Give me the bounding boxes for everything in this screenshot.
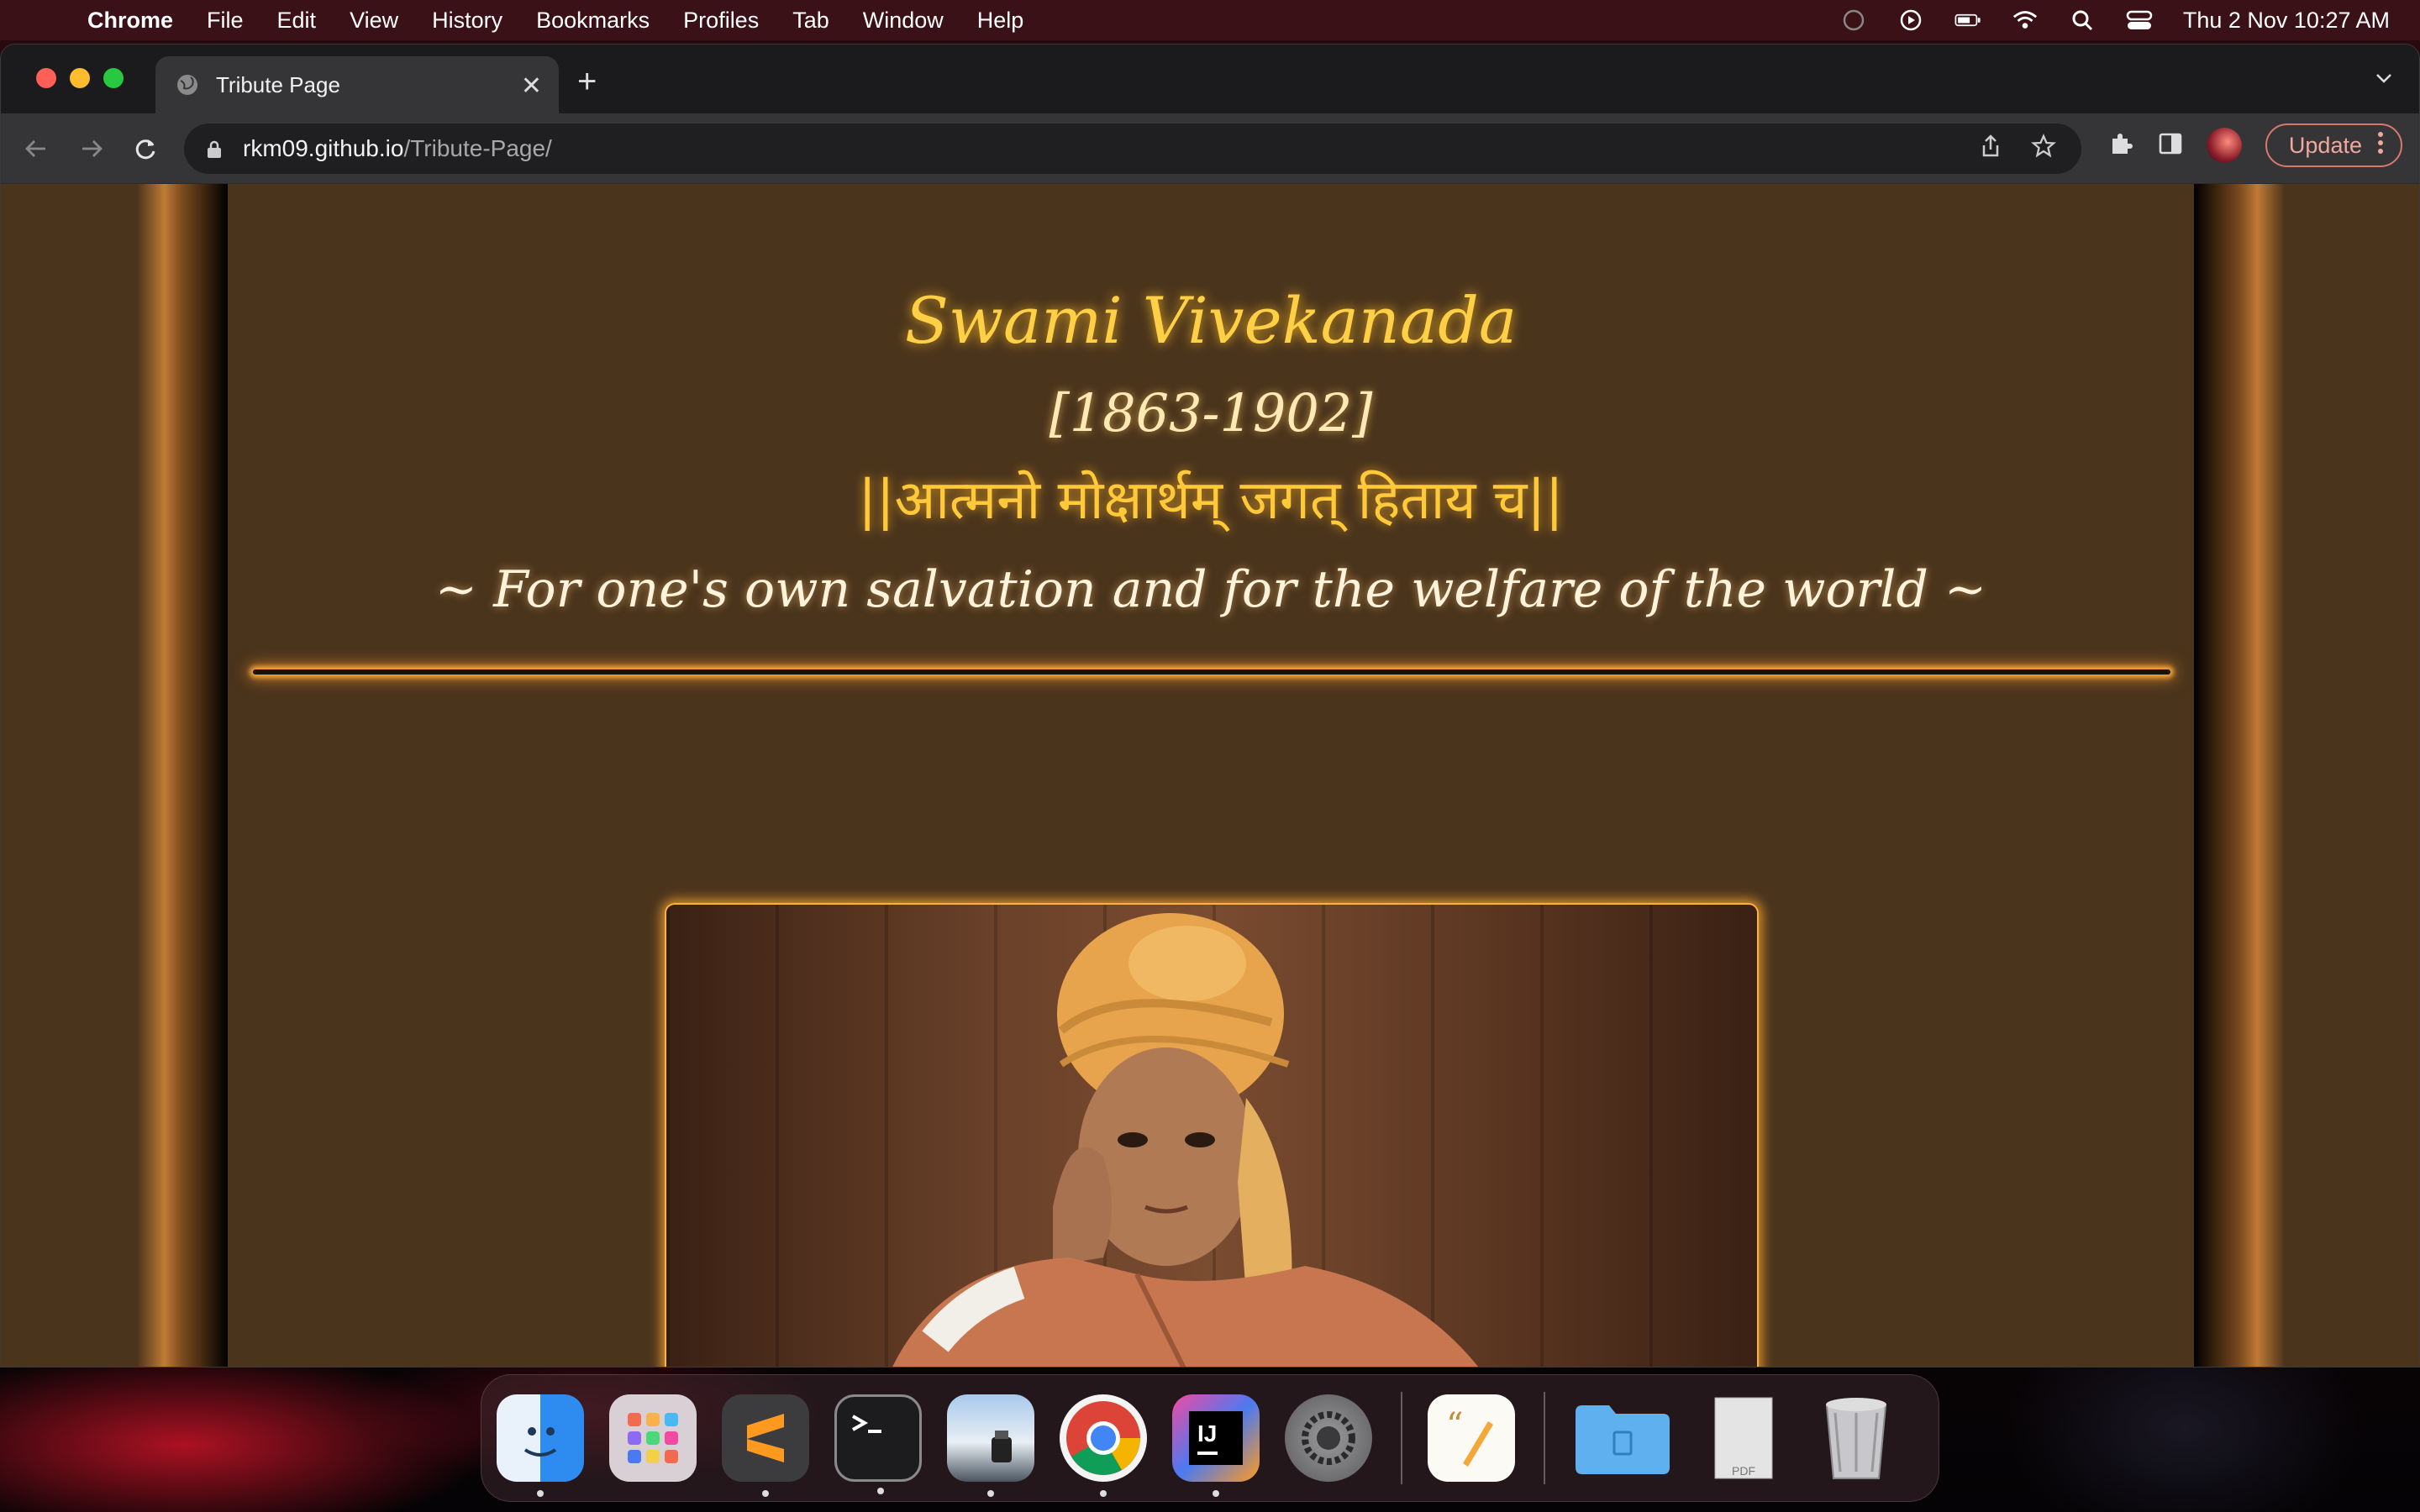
browser-toolbar: rkm09.github.io/Tribute-Page/ Update [1,113,2419,184]
pdf-icon[interactable]: PDF [1700,1394,1787,1482]
spotlight-search-icon[interactable] [2069,7,2096,34]
page-viewport[interactable]: Swami Vivekanada [1863-1902] ||आत्मनो मो… [1,184,2419,1367]
chrome-icon[interactable] [1060,1394,1147,1497]
toolbar-right: Update [2107,123,2402,167]
new-tab-button[interactable]: + [577,63,597,101]
dock-separator-2 [1544,1392,1545,1484]
left-decorative-pillar [1,184,228,1367]
menu-edit[interactable]: Edit [277,8,317,34]
side-panel-icon[interactable] [2158,131,2183,160]
focus-icon[interactable] [1840,7,1867,34]
dock: IJ “ PDF [481,1374,1939,1502]
bookmark-star-icon[interactable] [2031,134,2056,165]
status-area: Thu 2 Nov 10:27 AM [1840,0,2390,40]
svg-text:“: “ [1446,1406,1463,1445]
lifespan-years: [1863-1902] [1049,382,1373,444]
reload-icon[interactable] [130,134,160,164]
tab-strip: Tribute Page ✕ + [1,45,2419,113]
launchpad-icon[interactable] [609,1394,697,1482]
sublime-running-dot [762,1490,769,1497]
url-path: /Tribute-Page/ [403,135,552,161]
battery-icon[interactable] [1954,7,1981,34]
menu-view[interactable]: View [350,8,398,34]
more-menu-icon[interactable] [2377,130,2384,161]
svg-text:PDF: PDF [1732,1464,1755,1478]
minimize-window-button[interactable] [70,68,90,88]
menu-app-name[interactable]: Chrome [87,8,173,34]
globe-icon [176,73,199,97]
sanskrit-motto: ||आत्मनो मोक्षार्थम् जगत् हिताय च|| [858,470,1564,532]
share-icon[interactable] [1979,134,2002,165]
update-label: Update [2288,132,2362,158]
tribute-content: Swami Vivekanada [1863-1902] ||आत्मनो मो… [228,184,2194,1367]
portrait-illustration [892,913,1478,1367]
wifi-icon[interactable] [2012,7,2039,34]
terminal-running-dot [877,1488,884,1494]
forward-arrow-icon[interactable] [76,134,107,164]
sublime-text-icon[interactable] [722,1394,809,1497]
chrome-running-dot [1100,1490,1107,1497]
close-window-button[interactable] [36,68,56,88]
menu-window[interactable]: Window [863,8,944,34]
portrait-image [665,903,1759,1367]
intellij-icon[interactable]: IJ [1172,1394,1260,1497]
glowing-divider [253,669,2170,675]
menubar-datetime[interactable]: Thu 2 Nov 10:27 AM [2183,8,2390,34]
right-decorative-pillar [2194,184,2419,1367]
menu-profiles[interactable]: Profiles [683,8,759,34]
system-settings-icon[interactable] [1285,1394,1372,1482]
zoom-window-button[interactable] [103,68,124,88]
extensions-puzzle-icon[interactable] [2107,130,2134,161]
menu-tab[interactable]: Tab [792,8,829,34]
profile-avatar[interactable] [2206,128,2242,163]
menu-bookmarks[interactable]: Bookmarks [536,8,650,34]
lock-icon[interactable] [204,139,224,159]
close-tab-icon[interactable]: ✕ [521,71,542,101]
terminal-icon[interactable] [834,1394,922,1494]
play-icon[interactable] [1897,7,1924,34]
dock-separator [1401,1392,1402,1484]
svg-text:IJ: IJ [1197,1420,1217,1446]
intellij-running-dot [1213,1490,1219,1497]
omnibox-actions [1979,134,2056,165]
back-arrow-icon[interactable] [21,134,51,164]
window-controls [36,68,124,88]
tab-tribute-page[interactable]: Tribute Page ✕ [155,56,559,113]
pages-icon[interactable]: “ [1428,1394,1515,1482]
preview-icon[interactable] [947,1394,1034,1497]
browser-window: Tribute Page ✕ + rkm09.github.io/Tribute… [0,44,2420,1368]
english-motto: ~ For one's own salvation and for the we… [434,560,1987,619]
menubar: Chrome File Edit View History Bookmarks … [0,0,2420,40]
tab-search-chevron-icon[interactable] [2374,68,2394,92]
trash-icon[interactable] [1812,1394,1900,1482]
menu-history[interactable]: History [432,8,502,34]
folder-icon[interactable] [1570,1394,1675,1482]
preview-running-dot [987,1490,994,1497]
page-title: Swami Vivekanada [904,283,1518,358]
update-button[interactable]: Update [2265,123,2402,167]
finder-running-dot [537,1490,544,1497]
finder-icon[interactable] [497,1394,584,1497]
url-host: rkm09.github.io [243,135,404,161]
tab-title: Tribute Page [216,71,340,97]
control-center-icon[interactable] [2126,7,2153,34]
address-bar[interactable]: rkm09.github.io/Tribute-Page/ [184,123,2081,174]
menu-help[interactable]: Help [977,8,1024,34]
menu-file[interactable]: File [207,8,244,34]
